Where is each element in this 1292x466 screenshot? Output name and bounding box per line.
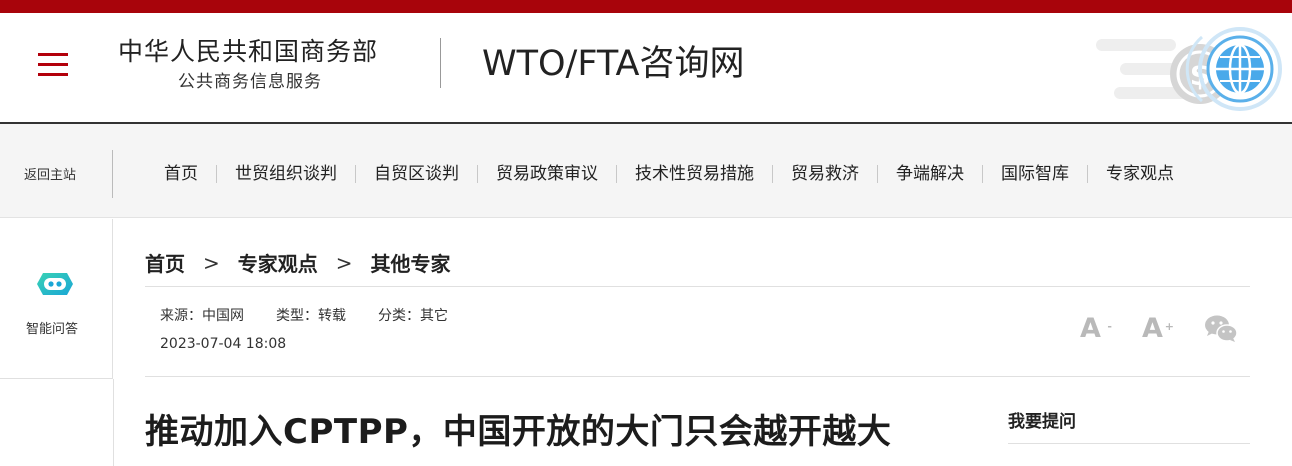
- header-divider: [440, 38, 441, 88]
- article-meta: 来源：中国网 类型：转载 分类：其它 2023-07-04 18:08: [160, 306, 480, 354]
- breadcrumb-home[interactable]: 首页: [145, 248, 185, 277]
- left-sidebar: 智能问答: [0, 219, 113, 379]
- breadcrumb-rule: [145, 286, 1250, 287]
- breadcrumb-other-experts[interactable]: 其他专家: [371, 248, 451, 277]
- article-category: 分类：其它: [378, 308, 448, 324]
- font-increase-button[interactable]: A +: [1142, 312, 1176, 346]
- ministry-logo[interactable]: 中华人民共和国商务部 公共商务信息服务: [118, 36, 408, 94]
- article-title: 推动加入CPTPP，中国开放的大门只会越开越大: [145, 412, 892, 452]
- ministry-subtitle: 公共商务信息服务: [178, 72, 322, 92]
- ai-qa-label[interactable]: 智能问答: [26, 318, 78, 337]
- ministry-name: 中华人民共和国商务部: [118, 37, 379, 66]
- ask-rule: [1008, 443, 1250, 444]
- chevron-right-icon: >: [203, 250, 220, 275]
- nav-item-tbt[interactable]: 技术性贸易措施: [617, 162, 772, 186]
- font-decrease-label: A: [1080, 313, 1101, 344]
- back-home-link[interactable]: 返回主站: [24, 164, 76, 183]
- breadcrumb: 首页 > 专家观点 > 其他专家: [145, 248, 451, 277]
- font-increase-label: A: [1142, 313, 1163, 344]
- sidebar-divider: [113, 379, 114, 466]
- article-date: 2023-07-04 18:08: [160, 336, 287, 352]
- font-increase-mark: +: [1164, 320, 1174, 333]
- nav-item-trade-policy-review[interactable]: 贸易政策审议: [478, 162, 616, 186]
- wechat-icon[interactable]: [1204, 314, 1238, 344]
- meta-rule: [145, 376, 1250, 377]
- nav-item-wto-negotiation[interactable]: 世贸组织谈判: [217, 162, 355, 186]
- nav-item-expert-views[interactable]: 专家观点: [1088, 162, 1192, 186]
- main-nav: 返回主站 首页 世贸组织谈判 自贸区谈判 贸易政策审议 技术性贸易措施 贸易救济…: [0, 124, 1292, 218]
- font-decrease-button[interactable]: A-: [1080, 312, 1114, 346]
- nav-item-trade-remedy[interactable]: 贸易救济: [773, 162, 877, 186]
- chevron-right-icon: >: [335, 250, 353, 275]
- ask-question-link[interactable]: 我要提问: [1008, 410, 1076, 434]
- site-title[interactable]: WTO/FTA咨询网: [482, 42, 744, 86]
- font-decrease-mark: -: [1107, 320, 1112, 333]
- chatbot-icon[interactable]: [33, 267, 77, 301]
- article-tools: A- A +: [1080, 312, 1238, 346]
- dollar-globe-icon: $: [1096, 27, 1282, 111]
- nav-item-think-tank[interactable]: 国际智库: [983, 162, 1087, 186]
- site-header: 中华人民共和国商务部 公共商务信息服务 WTO/FTA咨询网 $: [0, 13, 1292, 122]
- nav-list: 首页 世贸组织谈判 自贸区谈判 贸易政策审议 技术性贸易措施 贸易救济 争端解决…: [146, 162, 1192, 186]
- top-brand-bar: [0, 0, 1292, 13]
- hamburger-menu-icon[interactable]: [38, 53, 68, 79]
- article-source: 来源：中国网: [160, 308, 244, 324]
- breadcrumb-expert-views[interactable]: 专家观点: [238, 248, 318, 277]
- nav-item-dispute-settlement[interactable]: 争端解决: [878, 162, 982, 186]
- nav-divider: [112, 150, 113, 198]
- nav-item-home[interactable]: 首页: [146, 162, 216, 186]
- nav-item-fta-negotiation[interactable]: 自贸区谈判: [356, 162, 477, 186]
- article-type: 类型：转载: [276, 308, 346, 324]
